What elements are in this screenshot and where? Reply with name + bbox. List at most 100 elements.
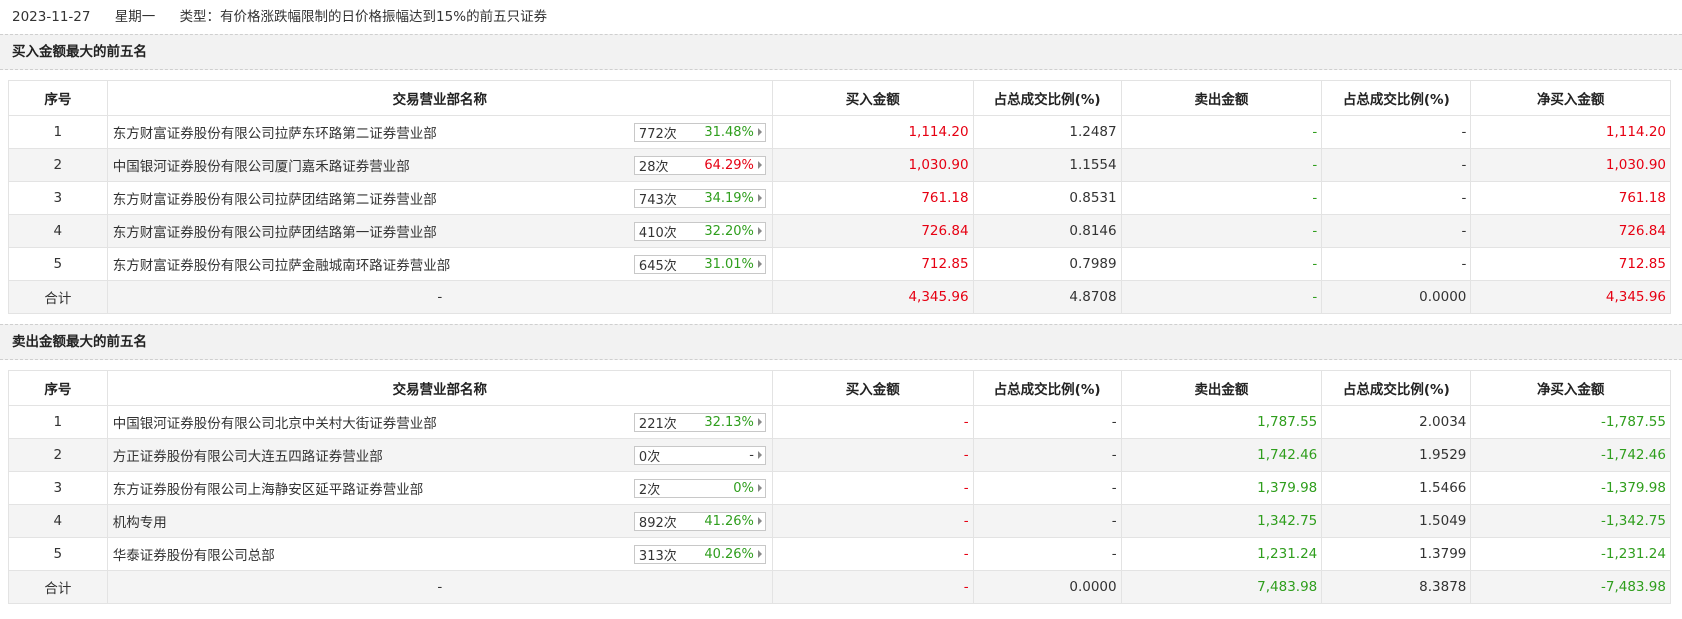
table-row: 3 东方证券股份有限公司上海静安区延平路证券营业部 2次 0% - -1,379.98 1.…	[8, 471, 1671, 505]
col-sell-ratio: 占总成交比例(%)	[1321, 370, 1472, 406]
col-buy-ratio: 占总成交比例(%)	[972, 80, 1122, 116]
appearance-count: 410次	[638, 225, 677, 241]
department-stats-button[interactable]: 892次 41.26%	[633, 511, 766, 531]
row-index: 5	[8, 537, 108, 571]
net-buy-amount: 761.18	[1470, 181, 1671, 215]
chevron-right-icon	[757, 484, 762, 492]
appearance-count: 221次	[638, 416, 677, 432]
chevron-right-icon	[757, 260, 762, 268]
buy-ratio: -	[972, 504, 1122, 538]
sell-ratio: 2.0034	[1321, 405, 1472, 439]
win-rate: 31.01%	[704, 256, 754, 272]
department-wrap: 东方财富证券股份有限公司拉萨团结路第二证券营业部 743次 34.19%	[113, 188, 768, 208]
buy-table-header: 序号 交易营业部名称 买入金额 占总成交比例(%) 卖出金额 占总成交比例(%)…	[8, 80, 1671, 116]
department-cell: 东方财富证券股份有限公司拉萨团结路第一证券营业部 410次 32.20%	[106, 214, 773, 248]
win-rate: 31.48%	[704, 124, 754, 140]
table-row: 1 东方财富证券股份有限公司拉萨东环路第二证券营业部 772次 31.48% 1,114…	[8, 115, 1671, 149]
department-stats-button[interactable]: 410次 32.20%	[633, 221, 766, 241]
total-label: 合计	[8, 570, 108, 604]
department-wrap: 东方证券股份有限公司上海静安区延平路证券营业部 2次 0%	[113, 478, 768, 498]
buy-ratio: -	[972, 405, 1122, 439]
table-row: 1 中国银河证券股份有限公司北京中关村大街证券营业部 221次 32.13% - -1,7…	[8, 405, 1671, 439]
department-cell: 中国银河证券股份有限公司北京中关村大街证券营业部 221次 32.13%	[106, 405, 773, 439]
department-stats-button[interactable]: 0次 -	[633, 445, 766, 465]
department-stats-button[interactable]: 2次 0%	[633, 478, 766, 498]
win-rate: 32.13%	[704, 414, 754, 430]
buy-ratio: -	[972, 471, 1122, 505]
chevron-right-icon	[757, 227, 762, 235]
total-department: -	[106, 570, 773, 604]
sell-ratio: -	[1321, 214, 1472, 248]
info-bar: 2023-11-27 星期一 类型：有价格涨跌幅限制的日价格振幅达到15%的前五…	[0, 0, 1682, 34]
table-row: 2 方正证券股份有限公司大连五四路证券营业部 0次 - - -1,742.46 1.9529…	[8, 438, 1671, 472]
col-sell-amount: 卖出金额	[1120, 370, 1323, 406]
total-sell-amount: -	[1120, 280, 1323, 314]
table-row: 2 中国银河证券股份有限公司厦门嘉禾路证券营业部 28次 64.29% 1,030.90…	[8, 148, 1671, 182]
department-cell: 方正证券股份有限公司大连五四路证券营业部 0次 -	[106, 438, 773, 472]
total-net-buy: -7,483.98	[1470, 570, 1671, 604]
sell-amount: 1,742.46	[1120, 438, 1323, 472]
buy-amount: -	[771, 438, 974, 472]
total-buy-ratio: 0.0000	[972, 570, 1122, 604]
department-stats-button[interactable]: 772次 31.48%	[633, 122, 766, 142]
buy-ratio: 1.1554	[972, 148, 1122, 182]
department-name: 东方财富证券股份有限公司拉萨东环路第二证券营业部	[112, 126, 437, 142]
sell-ratio: -	[1321, 181, 1472, 215]
trade-date: 2023-11-27	[12, 9, 91, 25]
department-stats-button[interactable]: 221次 32.13%	[633, 412, 766, 432]
department-stats-button[interactable]: 743次 34.19%	[633, 188, 766, 208]
chevron-right-icon	[757, 451, 762, 459]
department-name: 华泰证券股份有限公司总部	[112, 548, 275, 564]
row-index: 4	[8, 504, 108, 538]
department-name: 东方财富证券股份有限公司拉萨团结路第一证券营业部	[112, 225, 437, 241]
row-index: 3	[8, 181, 108, 215]
department-stats-button[interactable]: 313次 40.26%	[633, 544, 766, 564]
appearance-count: 313次	[638, 548, 677, 564]
department-name: 东方财富证券股份有限公司拉萨金融城南环路证券营业部	[112, 258, 451, 274]
total-department: -	[106, 280, 773, 314]
weekday: 星期一	[114, 9, 156, 25]
net-buy-amount: -1,787.55	[1470, 405, 1671, 439]
department-stats-button[interactable]: 28次 64.29%	[633, 155, 766, 175]
list-type: 类型：有价格涨跌幅限制的日价格振幅达到15%的前五只证券	[179, 9, 548, 25]
net-buy-amount: 712.85	[1470, 247, 1671, 281]
sell-ratio: -	[1321, 148, 1472, 182]
buy-section-title: 买入金额最大的前五名	[0, 34, 1682, 70]
win-rate: 0%	[733, 480, 754, 496]
appearance-count: 772次	[638, 126, 677, 142]
department-name: 东方证券股份有限公司上海静安区延平路证券营业部	[112, 482, 424, 498]
department-stats-button[interactable]: 645次 31.01%	[633, 254, 766, 274]
win-rate: 34.19%	[704, 190, 754, 206]
buy-amount: 1,030.90	[771, 148, 974, 182]
col-sell-ratio: 占总成交比例(%)	[1321, 80, 1472, 116]
col-index: 序号	[8, 370, 108, 406]
col-buy-amount: 买入金额	[771, 370, 974, 406]
sell-ratio: 1.3799	[1321, 537, 1472, 571]
net-buy-amount: -1,342.75	[1470, 504, 1671, 538]
department-wrap: 中国银河证券股份有限公司厦门嘉禾路证券营业部 28次 64.29%	[113, 155, 768, 175]
appearance-count: 892次	[638, 515, 677, 531]
sell-section-title: 卖出金额最大的前五名	[0, 324, 1682, 360]
col-buy-ratio: 占总成交比例(%)	[972, 370, 1122, 406]
department-wrap: 东方财富证券股份有限公司拉萨团结路第一证券营业部 410次 32.20%	[113, 221, 768, 241]
department-wrap: 机构专用 892次 41.26%	[113, 511, 768, 531]
row-index: 1	[8, 405, 108, 439]
chevron-right-icon	[757, 550, 762, 558]
department-name: 机构专用	[112, 515, 167, 531]
department-name: 中国银河证券股份有限公司北京中关村大街证券营业部	[112, 416, 437, 432]
total-sell-ratio: 8.3878	[1321, 570, 1472, 604]
buy-ratio: 0.8531	[972, 181, 1122, 215]
col-index: 序号	[8, 80, 108, 116]
win-rate: 41.26%	[704, 513, 754, 529]
department-cell: 东方财富证券股份有限公司拉萨团结路第二证券营业部 743次 34.19%	[106, 181, 773, 215]
row-index: 2	[8, 148, 108, 182]
appearance-count: 645次	[638, 258, 677, 274]
department-name: 方正证券股份有限公司大连五四路证券营业部	[112, 449, 383, 465]
chevron-right-icon	[757, 517, 762, 525]
sell-ratio: 1.5049	[1321, 504, 1472, 538]
net-buy-amount: 726.84	[1470, 214, 1671, 248]
buy-ratio: 0.8146	[972, 214, 1122, 248]
department-cell: 东方财富证券股份有限公司拉萨东环路第二证券营业部 772次 31.48%	[106, 115, 773, 149]
net-buy-amount: 1,114.20	[1470, 115, 1671, 149]
col-net-buy: 净买入金额	[1470, 80, 1671, 116]
